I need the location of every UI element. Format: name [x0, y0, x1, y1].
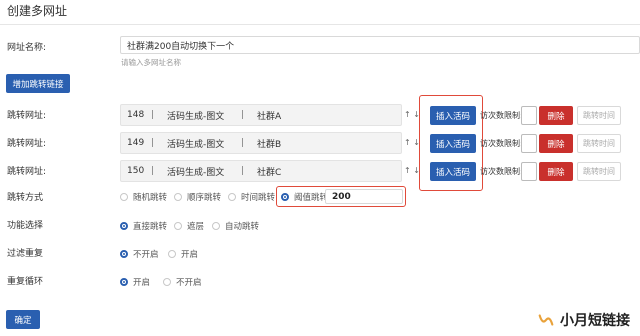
loop-off[interactable]: 不开启: [163, 276, 202, 288]
function-direct[interactable]: 直接跳转: [120, 220, 167, 232]
row-name: 社群B: [257, 139, 282, 150]
radio-icon: [174, 222, 182, 230]
jump-url-input-1[interactable]: 148 | 活码生成-图文 | 社群A: [120, 104, 402, 126]
reorder-arrows-3[interactable]: ↑ ↓: [404, 166, 420, 175]
row-name: 社群C: [257, 167, 282, 178]
visit-limit-label-2: 访次数限制:: [480, 139, 523, 148]
name-hint: 请输入多网址名称: [121, 58, 181, 67]
threshold-input[interactable]: 200: [325, 189, 403, 204]
insert-code-button-1[interactable]: 插入活码: [430, 106, 476, 125]
radio-checked-icon: [120, 250, 128, 258]
insert-code-button-3[interactable]: 插入活码: [430, 162, 476, 181]
loop-label: 重复循环: [7, 277, 44, 287]
delete-button-1[interactable]: 删除: [539, 106, 573, 125]
visit-limit-label-1: 访次数限制:: [480, 111, 523, 120]
visit-limit-input-2[interactable]: [521, 134, 537, 153]
visit-limit-input-1[interactable]: [521, 106, 537, 125]
jump-mode-random[interactable]: 随机跳转: [120, 191, 167, 203]
jump-time-button-1[interactable]: 跳转时间: [577, 106, 621, 125]
jump-mode-label: 跳转方式: [7, 193, 44, 203]
radio-icon: [120, 193, 128, 201]
function-label: 功能选择: [7, 221, 44, 231]
jump-url-input-3[interactable]: 150 | 活码生成-图文 | 社群C: [120, 160, 402, 182]
row-sep: |: [151, 138, 155, 148]
row-id: 149: [127, 138, 145, 148]
watermark-text: 小月短链接: [560, 313, 630, 329]
row-sep: |: [151, 110, 155, 120]
reorder-arrows-2[interactable]: ↑ ↓: [404, 138, 420, 147]
row-type: 活码生成-图文: [167, 111, 225, 122]
delete-button-3[interactable]: 删除: [539, 162, 573, 181]
row-id: 148: [127, 110, 145, 120]
filter-on[interactable]: 开启: [168, 248, 198, 260]
jump-time-button-3[interactable]: 跳转时间: [577, 162, 621, 181]
radio-icon: [228, 193, 236, 201]
jump-time-button-2[interactable]: 跳转时间: [577, 134, 621, 153]
row-name: 社群A: [257, 111, 282, 122]
function-overlay[interactable]: 遮层: [174, 220, 204, 232]
row-sep: |: [241, 138, 245, 148]
radio-icon: [168, 250, 176, 258]
row-sep: |: [151, 166, 155, 176]
radio-checked-icon: [281, 193, 289, 201]
filter-label: 过滤重复: [7, 249, 44, 259]
header-divider: [0, 24, 640, 25]
jump-mode-time[interactable]: 时间跳转: [228, 191, 275, 203]
radio-icon: [163, 278, 171, 286]
row-type: 活码生成-图文: [167, 139, 225, 150]
radio-icon: [212, 222, 220, 230]
jump-url-label-2: 跳转网址:: [7, 139, 47, 149]
insert-code-button-2[interactable]: 插入活码: [430, 134, 476, 153]
visit-limit-input-3[interactable]: [521, 162, 537, 181]
wechat-channel-icon: [538, 314, 554, 326]
page-title: 创建多网址: [7, 4, 68, 18]
delete-button-2[interactable]: 删除: [539, 134, 573, 153]
jump-url-label-3: 跳转网址:: [7, 167, 47, 177]
submit-button[interactable]: 确定: [6, 310, 40, 329]
visit-limit-label-3: 访次数限制:: [480, 167, 523, 176]
radio-checked-icon: [120, 222, 128, 230]
row-type: 活码生成-图文: [167, 167, 225, 178]
name-input-value: 社群满200自动切换下一个: [127, 41, 235, 52]
function-auto[interactable]: 自动跳转: [212, 220, 259, 232]
filter-off[interactable]: 不开启: [120, 248, 159, 260]
jump-url-label-1: 跳转网址:: [7, 111, 47, 121]
loop-on[interactable]: 开启: [120, 276, 150, 288]
watermark: 小月短链接: [537, 310, 630, 330]
radio-checked-icon: [120, 278, 128, 286]
jump-mode-sequential[interactable]: 顺序跳转: [174, 191, 221, 203]
name-input[interactable]: 社群满200自动切换下一个: [120, 36, 640, 54]
jump-mode-threshold[interactable]: 阈值跳转: [281, 191, 328, 203]
jump-url-input-2[interactable]: 149 | 活码生成-图文 | 社群B: [120, 132, 402, 154]
row-sep: |: [241, 166, 245, 176]
reorder-arrows-1[interactable]: ↑ ↓: [404, 110, 420, 119]
row-id: 150: [127, 166, 145, 176]
add-jump-link-button[interactable]: 增加跳转链接: [6, 74, 70, 93]
row-sep: |: [241, 110, 245, 120]
name-label: 网址名称:: [7, 43, 47, 53]
radio-icon: [174, 193, 182, 201]
